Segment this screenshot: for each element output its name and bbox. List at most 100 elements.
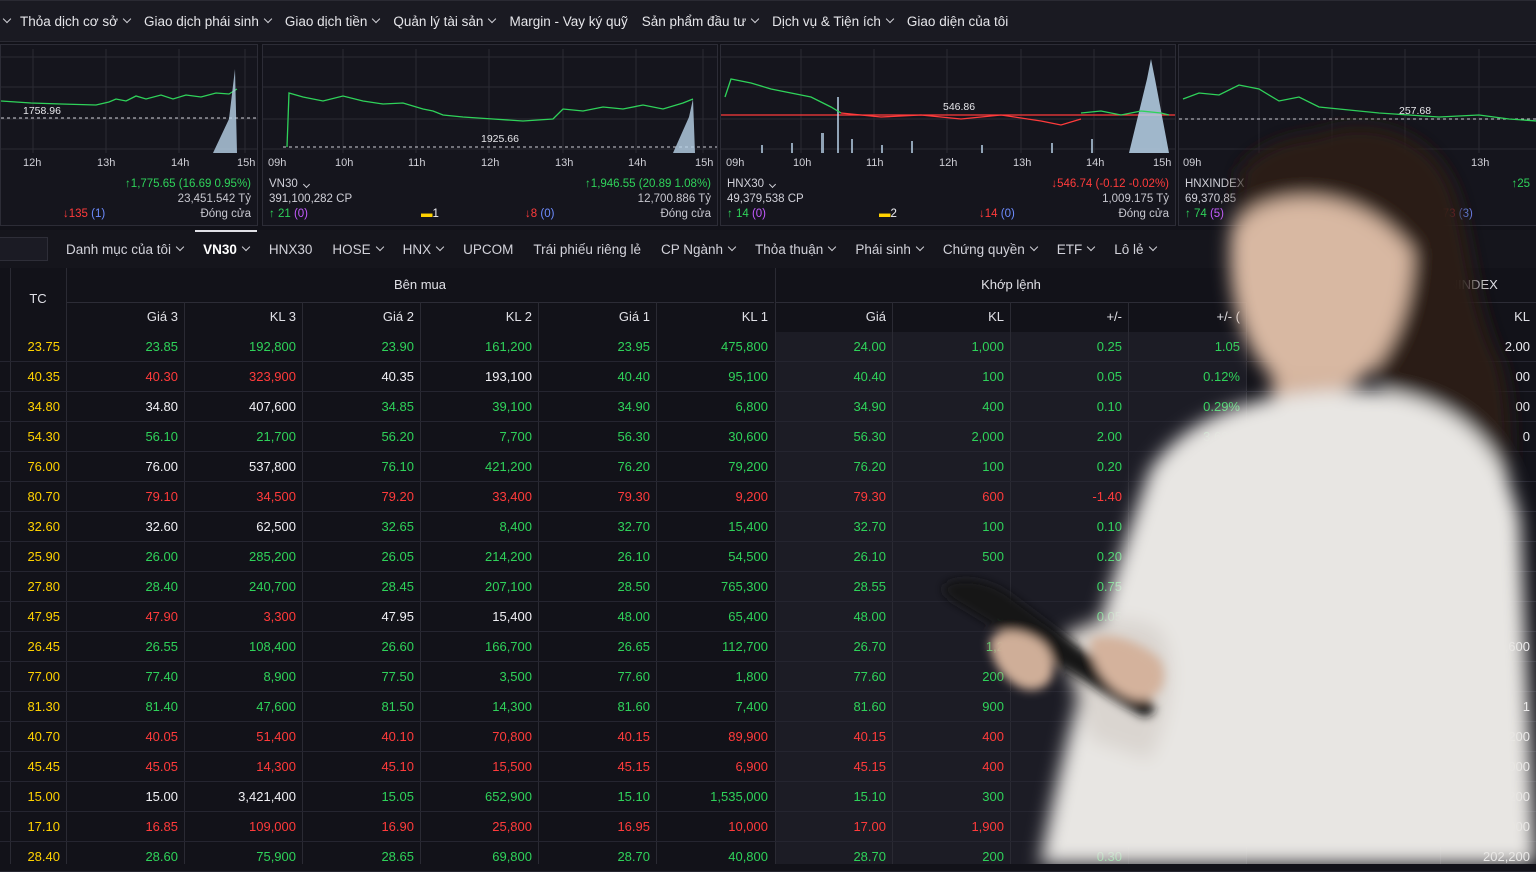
chevron-down-icon[interactable]: [2, 14, 12, 24]
table-row[interactable]: 40.70 40.05 51,400 40.10 70,800 40.15 89,900 40…: [0, 722, 1536, 752]
symbol-cell-edge: [0, 542, 8, 572]
table-row[interactable]: 26.45 26.55 108,400 26.60 166,700 26.65 112,70…: [0, 632, 1536, 662]
table-row[interactable]: 54.30 56.10 21,700 56.20 7,700 56.30 30,600 56.…: [0, 422, 1536, 452]
tab-vn30[interactable]: VN30: [195, 230, 257, 268]
col-header-bid-price-3[interactable]: Giá 3: [66, 302, 184, 332]
cell-c: 0.05: [1096, 369, 1122, 384]
top-menu-item[interactable]: Quản lý tài sản: [393, 13, 497, 29]
tab-hose[interactable]: HOSE: [332, 230, 384, 268]
symbol-cell-edge: [0, 842, 8, 872]
cell-k2: 166,700: [485, 639, 532, 654]
table-row[interactable]: 25.90 26.00 285,200 26.05 214,200 26.10 54,500…: [0, 542, 1536, 572]
chevron-down-icon[interactable]: [769, 180, 777, 189]
table-row[interactable]: 27.80 28.40 240,700 28.45 207,100 28.50 765,30…: [0, 572, 1536, 602]
table-row[interactable]: 32.60 32.60 62,500 32.65 8,400 32.70 15,400 32.…: [0, 512, 1536, 542]
cell-g3: 76.00: [145, 459, 178, 474]
cell-e2: ,600: [1504, 639, 1530, 654]
tab-label: HNX30: [268, 241, 313, 257]
symbol-search-input[interactable]: [0, 237, 48, 261]
tab-hnx30[interactable]: HNX30: [269, 230, 313, 268]
col-header-bid-volume-1[interactable]: KL 1: [656, 302, 774, 332]
index-name: HNX30: [727, 178, 765, 190]
table-row[interactable]: 80.70 79.10 34,500 79.20 33,400 79.30 9,200 79.…: [0, 482, 1536, 512]
cell-p: 76.20: [853, 459, 886, 474]
table-row[interactable]: 34.80 34.80 407,600 34.85 39,100 34.90 6,800 34…: [0, 392, 1536, 422]
tab-danh-mục-của-tôi[interactable]: Danh mục của tôi: [66, 230, 185, 268]
cell-tc: 76.00: [27, 459, 60, 474]
tab-label: Danh mục của tôi: [66, 241, 172, 257]
col-header-volume-extra[interactable]: KL: [1440, 302, 1536, 332]
cell-tc: 28.40: [27, 849, 60, 864]
table-row[interactable]: 45.45 45.05 14,300 45.10 15,500 45.15 6,900 45.…: [0, 752, 1536, 782]
cell-p: 32.70: [853, 519, 886, 534]
symbol-cell-edge: [0, 482, 8, 512]
chart-reference-value: 1758.96: [23, 105, 61, 117]
cell-k2: 25,800: [492, 819, 532, 834]
cell-e2: 0: [1522, 429, 1530, 444]
col-header-match-price[interactable]: Giá: [776, 302, 892, 332]
tab-lô-lẻ[interactable]: Lô lẻ: [1114, 230, 1157, 268]
tab-chứng-quyền[interactable]: Chứng quyền: [943, 230, 1038, 268]
hnxindex-intraday-chart: [1179, 49, 1536, 153]
chart-reference-value: 546.86: [943, 101, 976, 113]
cell-k3: 537,800: [249, 459, 296, 474]
tab-label: Trái phiếu riêng lẻ: [533, 241, 641, 257]
table-row[interactable]: 47.95 47.90 3,300 47.95 15,400 48.00 65,400 48.…: [0, 602, 1536, 632]
col-header-bid-volume-2[interactable]: KL 2: [420, 302, 538, 332]
tab-hnx[interactable]: HNX: [403, 230, 445, 268]
top-menu-item[interactable]: Giao dịch phái sinh: [144, 14, 273, 29]
tab-cp-ngành[interactable]: CP Ngành: [661, 230, 737, 268]
col-header-reference[interactable]: TC: [10, 284, 66, 314]
tab-trái-phiếu-riêng-lẻ[interactable]: Trái phiếu riêng lẻ: [533, 230, 641, 268]
top-menu-item[interactable]: Giao diện của tôi: [907, 14, 1008, 29]
index-panel-hnxindex[interactable]: 257.68 09h 13h HNXINDEX 69,370,85 ↑ 74 (…: [1178, 44, 1536, 226]
top-menu-item[interactable]: Sản phẩm đầu tư: [641, 13, 760, 29]
col-header-change-percent[interactable]: +/- (: [1128, 302, 1246, 332]
tab-phái-sinh[interactable]: Phái sinh: [855, 230, 925, 268]
table-row[interactable]: 40.35 40.30 323,900 40.35 193,100 40.40 95,100…: [0, 362, 1536, 392]
table-row[interactable]: 81.30 81.40 47,600 81.50 14,300 81.60 7,400 81.…: [0, 692, 1536, 722]
table-row[interactable]: 76.00 76.00 537,800 76.10 421,200 76.20 79,200…: [0, 452, 1536, 482]
down-count: ↓135: [63, 208, 88, 220]
col-header-bid-volume-3[interactable]: KL 3: [184, 302, 302, 332]
cell-g3: 77.40: [145, 669, 178, 684]
cell-g1: 34.90: [617, 399, 650, 414]
top-menu-label: Sản phẩm đầu tư: [641, 13, 747, 29]
table-row[interactable]: 15.00 15.00 3,421,400 15.05 652,900 15.10 1,53…: [0, 782, 1536, 812]
index-panel-vnindex[interactable]: 1758.96 12h 13h 14h 15h ↑1,775.65 (16.69…: [0, 44, 258, 226]
index-panel-vn30[interactable]: 1925.66 09h 10h 11h 12h 13h 14h 15h VN30…: [262, 44, 718, 226]
index-panel-hnx30[interactable]: 546.86 09h 10h 11h 12h 13h 14h 15h HNX30…: [720, 44, 1176, 226]
cell-pc: -1.73%: [1198, 489, 1240, 504]
cell-e2: [1440, 482, 1536, 512]
tab-upcom[interactable]: UPCOM: [463, 230, 513, 268]
cell-p: 24.00: [853, 339, 886, 354]
chevron-down-icon: [122, 14, 132, 24]
chevron-down-icon[interactable]: [302, 180, 311, 189]
top-menu-label: Quản lý tài sản: [393, 13, 484, 29]
cell-e2: 89,200: [1490, 729, 1530, 744]
table-row[interactable]: 23.75 23.85 192,800 23.90 161,200 23.95 475,80…: [0, 332, 1536, 362]
cell-pc: [1128, 662, 1246, 692]
col-header-bid-price-1[interactable]: Giá 1: [538, 302, 656, 332]
cell-k1: 7,400: [735, 699, 768, 714]
table-row[interactable]: 17.10 16.85 109,000 16.90 25,800 16.95 10,000 1…: [0, 812, 1536, 842]
cell-pc: 0.31: [1214, 519, 1240, 534]
col-header-bid-price-2[interactable]: Giá 2: [302, 302, 420, 332]
top-menu-item[interactable]: Margin - Vay ký quỹ: [509, 14, 627, 29]
col-header-change[interactable]: +/-: [1010, 302, 1128, 332]
cell-tc: 32.60: [27, 519, 60, 534]
table-row[interactable]: 28.40 28.60 75,900 28.65 69,800 28.70 40,800 28…: [0, 842, 1536, 872]
tab-thỏa-thuận[interactable]: Thỏa thuận: [755, 230, 837, 268]
floor-count: (3): [1458, 208, 1473, 220]
cell-e2: 100,000: [1483, 819, 1530, 834]
col-header-match-volume[interactable]: KL: [892, 302, 1010, 332]
chevron-down-icon: [375, 242, 384, 252]
top-menu-item[interactable]: Giao dịch tiền: [285, 14, 381, 29]
cell-g2: 26.60: [381, 639, 414, 654]
table-row[interactable]: 77.00 77.40 8,900 77.50 3,500 77.60 1,800 77.60…: [0, 662, 1536, 692]
top-menu-item[interactable]: Dịch vụ & Tiện ích: [772, 14, 895, 29]
cell-g3: 26.55: [145, 639, 178, 654]
cell-pc: [1128, 782, 1246, 812]
tab-etf[interactable]: ETF: [1057, 230, 1096, 268]
top-menu-item[interactable]: Thỏa dịch cơ sở: [20, 14, 132, 29]
